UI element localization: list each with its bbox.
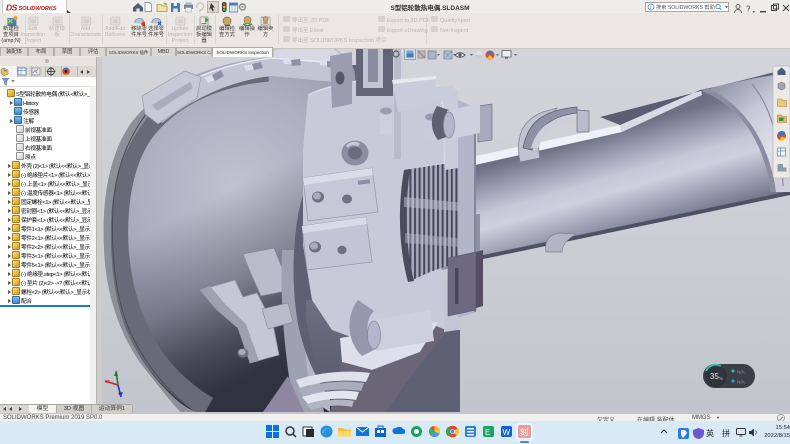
svg-text:N/A: N/A (737, 380, 745, 385)
svg-text:N/A: N/A (737, 370, 745, 375)
svg-text:DS: DS (6, 2, 18, 12)
svg-text:搜索 SOLIDWORKS 帮助: 搜索 SOLIDWORKS 帮助 (656, 3, 715, 11)
svg-text:SOLIDWORKS: SOLIDWORKS (18, 6, 56, 12)
svg-text:i: i (650, 5, 651, 11)
svg-text:W: W (503, 428, 511, 437)
svg-text:%: % (719, 376, 723, 381)
svg-text:E: E (485, 428, 490, 437)
